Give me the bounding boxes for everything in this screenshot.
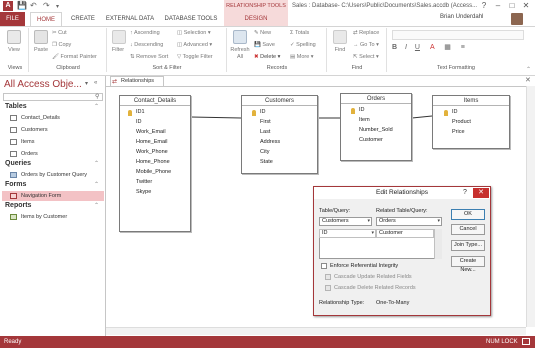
right-field-select[interactable]: Customer bbox=[376, 229, 434, 238]
relationship-line-contact-customers bbox=[190, 116, 242, 119]
field-product[interactable]: Product bbox=[452, 119, 471, 125]
field-skype[interactable]: Skype bbox=[136, 189, 151, 195]
enforce-integrity-label: Enforce Referential Integrity bbox=[330, 263, 399, 269]
table-box-title: Items bbox=[433, 96, 509, 106]
cascade-delete-checkbox[interactable] bbox=[325, 285, 331, 291]
primary-key-icon bbox=[252, 110, 256, 116]
cancel-button[interactable]: Cancel bbox=[451, 224, 485, 235]
table-box-title: Customers bbox=[242, 96, 317, 106]
table-query-label: Table/Query: bbox=[319, 208, 351, 214]
ok-button[interactable]: OK bbox=[451, 209, 485, 220]
horizontal-scrollbar[interactable] bbox=[106, 327, 526, 335]
dialog-close-button[interactable]: ✕ bbox=[473, 188, 489, 198]
field-item[interactable]: Item bbox=[359, 117, 370, 123]
create-new-button[interactable]: Create New... bbox=[451, 256, 485, 273]
grid-scrollbar[interactable] bbox=[434, 229, 442, 259]
field-home-phone[interactable]: Home_Phone bbox=[136, 159, 170, 165]
field-state[interactable]: State bbox=[260, 159, 273, 165]
relationship-type-value: One-To-Many bbox=[376, 300, 410, 306]
table-query-value: Customers bbox=[322, 218, 349, 224]
field-id[interactable]: ID bbox=[452, 109, 458, 115]
primary-key-icon bbox=[351, 108, 355, 114]
enforce-integrity-checkbox[interactable] bbox=[321, 263, 327, 269]
left-field-value: ID bbox=[322, 230, 328, 236]
right-field-value: Customer bbox=[379, 230, 403, 236]
field-work-phone[interactable]: Work_Phone bbox=[136, 149, 168, 155]
field-home-email[interactable]: Home_Email bbox=[136, 139, 167, 145]
table-box-title: Contact_Details bbox=[120, 96, 190, 106]
cascade-delete-label: Cascade Delete Related Records bbox=[334, 285, 416, 291]
field-id[interactable]: ID bbox=[136, 119, 142, 125]
relationship-line-orders-items bbox=[411, 115, 433, 119]
chevron-down-icon: ▾ bbox=[437, 218, 440, 224]
table-box-customers[interactable]: Customers bbox=[241, 95, 318, 174]
field-first[interactable]: First bbox=[260, 119, 271, 125]
close-icon: ✕ bbox=[478, 189, 484, 196]
field-customer[interactable]: Customer bbox=[359, 137, 383, 143]
table-box-items[interactable]: Items bbox=[432, 95, 510, 149]
relationship-type-label: Relationship Type: bbox=[319, 300, 365, 306]
dialog-help-icon[interactable]: ? bbox=[460, 187, 470, 199]
cascade-update-label: Cascade Update Related Fields bbox=[334, 274, 412, 280]
field-id1[interactable]: ID1 bbox=[136, 109, 145, 115]
field-address[interactable]: Address bbox=[260, 139, 280, 145]
design-view-icon[interactable] bbox=[522, 338, 530, 345]
primary-key-icon bbox=[444, 110, 448, 116]
status-num-lock: NUM LOCK bbox=[486, 339, 518, 345]
vertical-scrollbar[interactable] bbox=[526, 86, 535, 327]
field-number-sold[interactable]: Number_Sold bbox=[359, 127, 393, 133]
status-ready: Ready bbox=[4, 339, 22, 345]
chevron-down-icon: ▾ bbox=[367, 218, 370, 224]
field-id[interactable]: ID bbox=[260, 109, 266, 115]
field-city[interactable]: City bbox=[260, 149, 269, 155]
field-mobile-phone[interactable]: Mobile_Phone bbox=[136, 169, 171, 175]
table-query-select[interactable]: Customers ▾ bbox=[319, 217, 372, 226]
field-price[interactable]: Price bbox=[452, 129, 465, 135]
field-last[interactable]: Last bbox=[260, 129, 270, 135]
chevron-down-icon: ▾ bbox=[371, 230, 374, 236]
table-box-title: Orders bbox=[341, 94, 411, 104]
status-bar bbox=[0, 336, 535, 348]
field-twitter[interactable]: Twitter bbox=[136, 179, 152, 185]
related-table-value: Orders bbox=[379, 218, 396, 224]
field-work-email[interactable]: Work_Email bbox=[136, 129, 166, 135]
related-table-select[interactable]: Orders ▾ bbox=[376, 217, 442, 226]
field-id[interactable]: ID bbox=[359, 107, 365, 113]
join-type-button[interactable]: Join Type... bbox=[451, 240, 485, 251]
cascade-update-checkbox[interactable] bbox=[325, 274, 331, 280]
primary-key-icon bbox=[128, 110, 132, 116]
left-field-select[interactable]: ID ▾ bbox=[319, 229, 376, 238]
related-table-label: Related Table/Query: bbox=[376, 208, 428, 214]
